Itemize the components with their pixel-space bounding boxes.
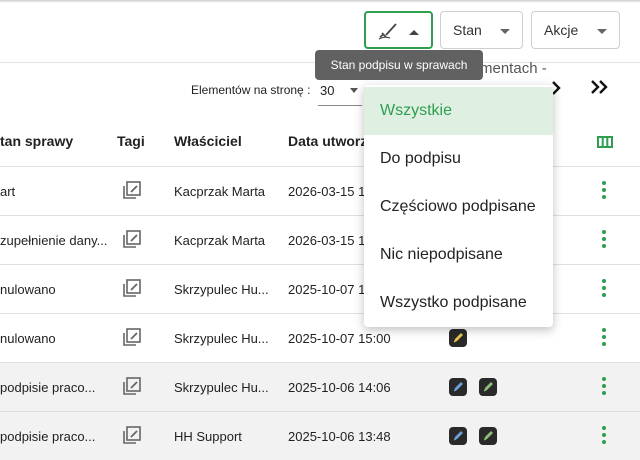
tag-edit-icon[interactable] [123,328,141,351]
signature-status-icon [449,329,467,347]
header-created[interactable]: Data utworz [288,133,367,149]
tag-edit-icon[interactable] [123,181,141,204]
cell-status: nulowano [0,331,56,346]
double-chevron-right-icon [591,80,608,94]
state-button[interactable]: Stan [440,11,523,49]
row-menu-icon[interactable] [600,230,608,250]
cell-owner: Kacprzak Marta [174,233,266,248]
top-shadow [0,0,640,3]
table-row[interactable]: podpisie praco... HH Support 2025-10-06 13… [0,411,640,460]
last-page-button[interactable] [590,78,610,101]
header-tags[interactable]: Tagi [117,133,145,149]
tag-edit-icon[interactable] [123,377,141,400]
cell-owner: Kacprzak Marta [174,184,266,199]
chevron-down-icon [350,88,358,93]
cell-created: 2025-10-06 14:06 [288,380,391,395]
table-row[interactable]: podpisie praco... Skrzypulec Hu... 2025-10… [0,362,640,411]
cell-owner: HH Support [174,429,242,444]
per-page-label: Elementów na stronę : [191,83,311,97]
tag-edit-icon[interactable] [123,279,141,302]
cell-created: 2026-03-15 1 [288,233,366,248]
cell-owner: Skrzypulec Hu... [174,380,269,395]
cell-status: art [0,184,16,199]
cell-status: podpisie praco... [0,429,96,444]
per-page-value: 30 [320,83,335,98]
row-menu-icon[interactable] [600,328,608,348]
cell-created: 2025-10-06 13:48 [288,429,391,444]
row-menu-icon[interactable] [600,279,608,299]
cell-created: 2026-03-15 1 [288,184,366,199]
row-menu-icon[interactable] [600,181,608,201]
header-owner[interactable]: Właściciel [174,133,242,149]
caret-up-icon [409,30,419,35]
row-menu-icon[interactable] [600,426,608,446]
pagination-info: mentach - [480,60,547,77]
cell-created: 2025-10-07 1 [288,282,366,297]
menu-item-all[interactable]: Wszystkie [364,87,553,135]
tag-edit-icon[interactable] [123,230,141,253]
signature-status-icon [449,378,467,396]
cell-owner: Skrzypulec Hu... [174,331,269,346]
signature-status-icon [479,427,497,445]
menu-item-partially-signed[interactable]: Częściowo podpisane [364,183,553,231]
cell-owner: Skrzypulec Hu... [174,282,269,297]
tag-edit-icon[interactable] [123,426,141,449]
signature-status-icon [449,427,467,445]
cell-status: podpisie praco... [0,380,96,395]
signature-filter-button[interactable] [364,11,433,49]
signature-status-icon [479,378,497,396]
actions-button[interactable]: Akcje [531,11,620,49]
per-page-select[interactable]: 30 [318,80,362,106]
signature-state-menu: Wszystkie Do podpisu Częściowo podpisane… [364,85,553,327]
cell-status: nulowano [0,282,56,297]
header-status[interactable]: tan sprawy [0,133,73,149]
menu-item-to-sign[interactable]: Do podpisu [364,135,553,183]
cell-created: 2025-10-07 15:00 [288,331,391,346]
signature-check-icon [378,21,400,44]
tooltip: Stan podpisu w sprawach [315,50,483,80]
columns-icon[interactable] [597,135,613,153]
select-underline [318,105,362,106]
row-menu-icon[interactable] [600,377,608,397]
state-label: Stan [453,22,482,38]
caret-down-icon [500,29,510,34]
menu-item-none-signed[interactable]: Nic niepodpisane [364,231,553,279]
actions-label: Akcje [544,22,579,38]
cell-status: zupełnienie dany... [0,233,108,248]
menu-item-all-signed[interactable]: Wszystko podpisane [364,279,553,327]
caret-down-icon [597,29,607,34]
